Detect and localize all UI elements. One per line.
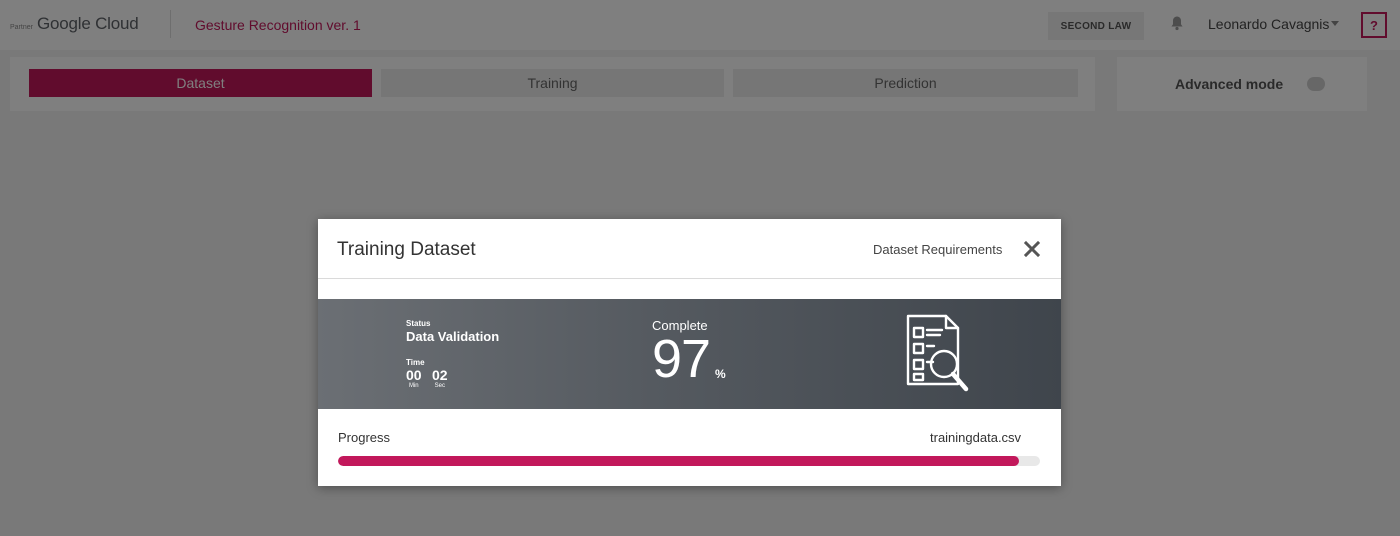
progress-bar-fill	[338, 456, 1019, 466]
status-label: Status	[406, 319, 431, 328]
status-value: Data Validation	[406, 329, 500, 344]
close-icon[interactable]	[1023, 240, 1041, 258]
percent-sign: %	[715, 367, 726, 381]
training-dataset-modal: Training Dataset Dataset Requirements St…	[318, 219, 1061, 486]
minutes-unit: Min	[408, 383, 419, 389]
completion-percent: 97	[652, 329, 711, 389]
document-search-icon	[906, 314, 969, 392]
dataset-requirements-link[interactable]: Dataset Requirements	[873, 242, 1002, 257]
progress-label: Progress	[338, 430, 391, 445]
seconds-unit: Sec	[434, 383, 445, 389]
timer-seconds: 02 Sec	[432, 368, 448, 390]
timer-minutes: 00 Min	[406, 368, 422, 390]
modal-header: Training Dataset Dataset Requirements	[318, 219, 1061, 279]
file-name: trainingdata.csv	[930, 430, 1022, 445]
minutes-value: 00	[406, 367, 422, 383]
seconds-value: 02	[432, 367, 448, 383]
status-panel: Status Data Validation Time 00 Min 02 Se…	[318, 299, 1061, 409]
time-label: Time	[406, 358, 425, 367]
modal-title: Training Dataset	[337, 239, 476, 260]
progress-bar	[338, 456, 1040, 466]
